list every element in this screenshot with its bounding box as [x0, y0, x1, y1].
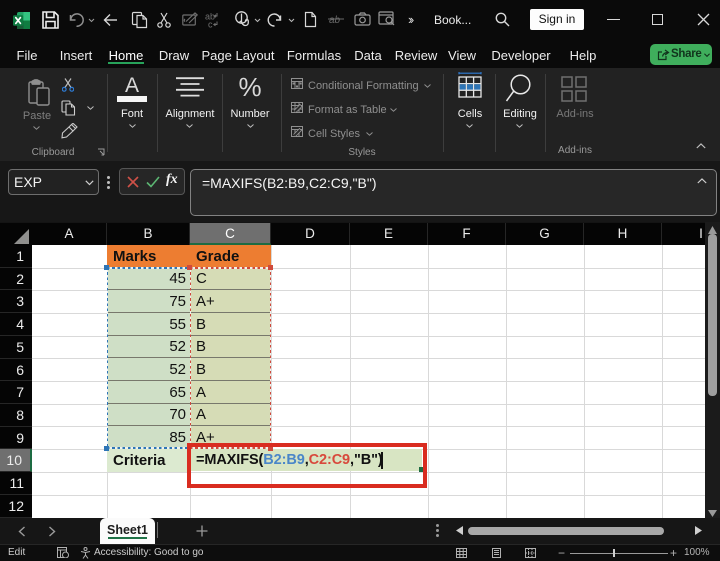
svg-text:c: c: [208, 20, 213, 29]
svg-text:ab: ab: [329, 15, 341, 26]
